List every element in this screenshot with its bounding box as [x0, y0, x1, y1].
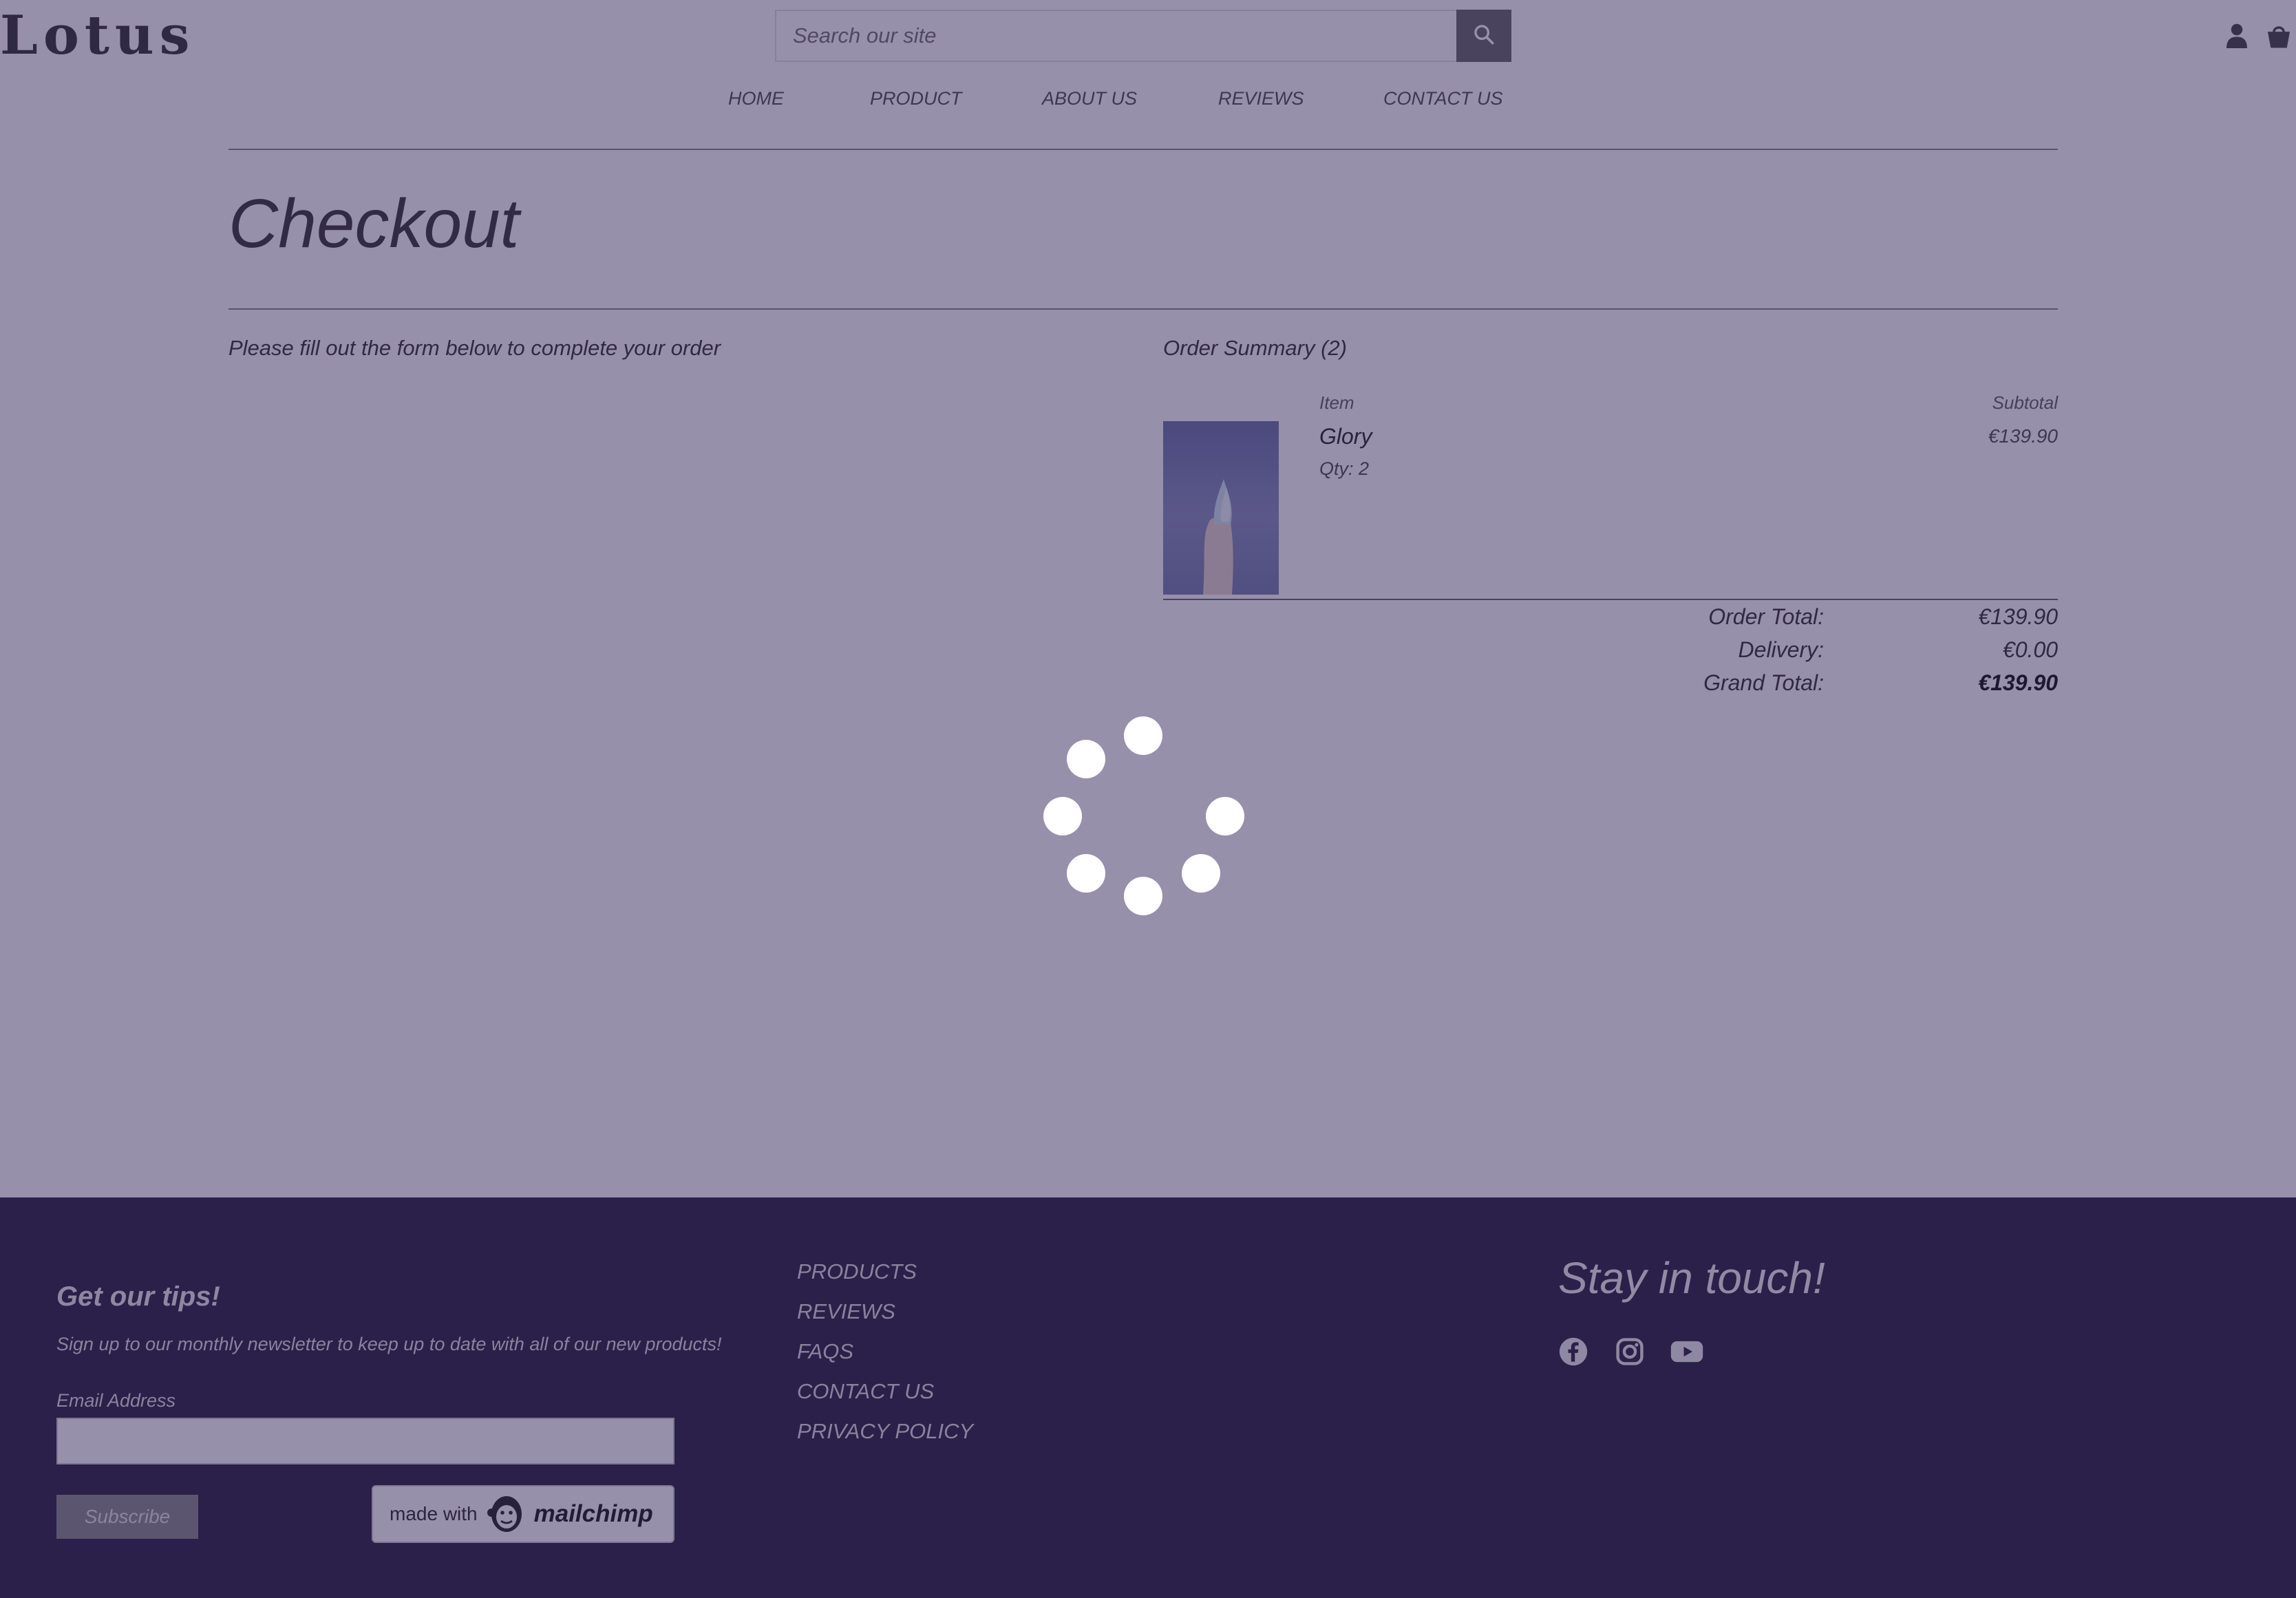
- spinner-dot: [1067, 854, 1105, 893]
- spinner-dot: [1182, 854, 1220, 893]
- spinner-dot: [1043, 797, 1082, 835]
- loading-spinner: [0, 0, 2296, 1598]
- spinner-dot: [1124, 716, 1162, 755]
- spinner-dot: [1206, 797, 1244, 835]
- spinner-dot: [1124, 877, 1162, 915]
- spinner-dot: [1067, 740, 1105, 778]
